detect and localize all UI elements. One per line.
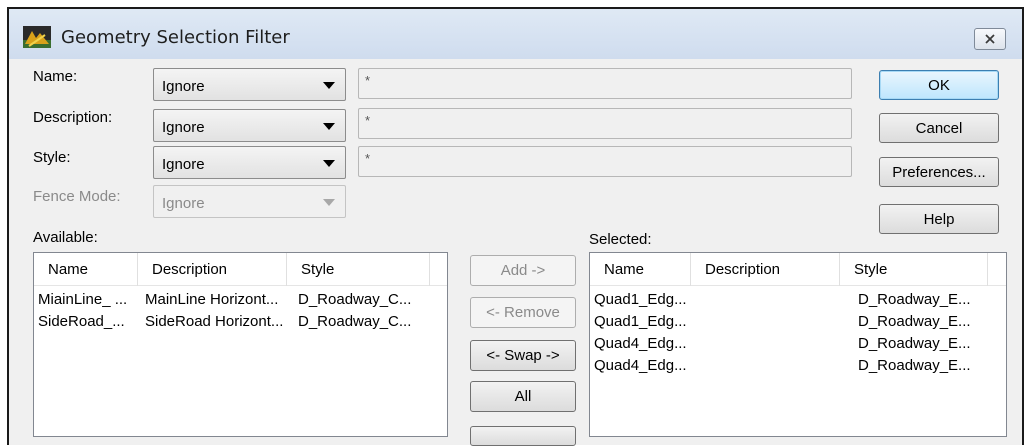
- list-item[interactable]: Quad1_Edg... D_Roadway_E...: [590, 311, 1006, 333]
- column-header-style[interactable]: Style: [287, 253, 430, 286]
- item-name: Quad1_Edg...: [594, 291, 687, 308]
- cancel-button[interactable]: Cancel: [879, 113, 999, 143]
- help-button[interactable]: Help: [879, 204, 999, 234]
- column-header-style[interactable]: Style: [840, 253, 988, 286]
- description-mode-value: Ignore: [162, 119, 205, 136]
- list-item[interactable]: Quad4_Edg... D_Roadway_E...: [590, 355, 1006, 377]
- fence-mode-dropdown[interactable]: Ignore: [153, 185, 346, 218]
- style-filter-value: *: [365, 151, 371, 166]
- item-description: SideRoad Horizont...: [145, 313, 284, 330]
- list-item[interactable]: MiainLine_ ... MainLine Horizont... D_Ro…: [34, 289, 447, 311]
- style-mode-dropdown[interactable]: Ignore: [153, 146, 346, 179]
- chevron-down-icon: [323, 160, 335, 167]
- item-name: MiainLine_ ...: [38, 291, 128, 308]
- available-list[interactable]: Name Description Style MiainLine_ ... Ma…: [33, 252, 448, 437]
- available-list-header: Name Description Style: [34, 253, 447, 286]
- chevron-down-icon: [323, 199, 335, 206]
- swap-button[interactable]: <- Swap ->: [470, 340, 576, 371]
- list-item[interactable]: SideRoad_... SideRoad Horizont... D_Road…: [34, 311, 447, 333]
- name-filter-value: *: [365, 73, 371, 88]
- item-style: D_Roadway_E...: [858, 335, 971, 352]
- all-button[interactable]: All: [470, 381, 576, 412]
- title-bar: Geometry Selection Filter: [9, 9, 1022, 59]
- item-style: D_Roadway_E...: [858, 357, 971, 374]
- list-item[interactable]: Quad4_Edg... D_Roadway_E...: [590, 333, 1006, 355]
- chevron-down-icon: [323, 123, 335, 130]
- item-name: Quad4_Edg...: [594, 357, 687, 374]
- preferences-button[interactable]: Preferences...: [879, 157, 999, 187]
- column-header-description[interactable]: Description: [138, 253, 287, 286]
- item-name: Quad1_Edg...: [594, 313, 687, 330]
- name-filter-input[interactable]: *: [358, 68, 852, 99]
- fence-mode-label: Fence Mode:: [33, 188, 121, 205]
- column-header-name[interactable]: Name: [34, 253, 138, 286]
- selected-list-header: Name Description Style: [590, 253, 1006, 286]
- none-button[interactable]: [470, 426, 576, 446]
- style-label: Style:: [33, 149, 71, 166]
- app-icon: [23, 26, 51, 48]
- selected-label: Selected:: [589, 231, 652, 248]
- item-name: Quad4_Edg...: [594, 335, 687, 352]
- style-filter-input[interactable]: *: [358, 146, 852, 177]
- close-icon: [985, 34, 995, 44]
- item-style: D_Roadway_C...: [298, 291, 412, 308]
- description-label: Description:: [33, 109, 113, 126]
- description-filter-value: *: [365, 113, 371, 128]
- style-mode-value: Ignore: [162, 156, 205, 173]
- selected-list[interactable]: Name Description Style Quad1_Edg... D_Ro…: [589, 252, 1007, 437]
- item-style: D_Roadway_E...: [858, 291, 971, 308]
- ok-button[interactable]: OK: [879, 70, 999, 100]
- item-description: MainLine Horizont...: [145, 291, 279, 308]
- close-button[interactable]: [974, 28, 1006, 50]
- item-name: SideRoad_...: [38, 313, 125, 330]
- remove-button[interactable]: <- Remove: [470, 297, 576, 328]
- item-style: D_Roadway_E...: [858, 313, 971, 330]
- fence-mode-value: Ignore: [162, 195, 205, 212]
- column-header-name[interactable]: Name: [590, 253, 691, 286]
- description-filter-input[interactable]: *: [358, 108, 852, 139]
- available-label: Available:: [33, 229, 98, 246]
- name-mode-dropdown[interactable]: Ignore: [153, 68, 346, 101]
- name-mode-value: Ignore: [162, 78, 205, 95]
- list-item[interactable]: Quad1_Edg... D_Roadway_E...: [590, 289, 1006, 311]
- description-mode-dropdown[interactable]: Ignore: [153, 109, 346, 142]
- name-label: Name:: [33, 68, 78, 85]
- add-button[interactable]: Add ->: [470, 255, 576, 286]
- column-header-description[interactable]: Description: [691, 253, 840, 286]
- item-style: D_Roadway_C...: [298, 313, 412, 330]
- chevron-down-icon: [323, 82, 335, 89]
- window-title: Geometry Selection Filter: [61, 27, 290, 48]
